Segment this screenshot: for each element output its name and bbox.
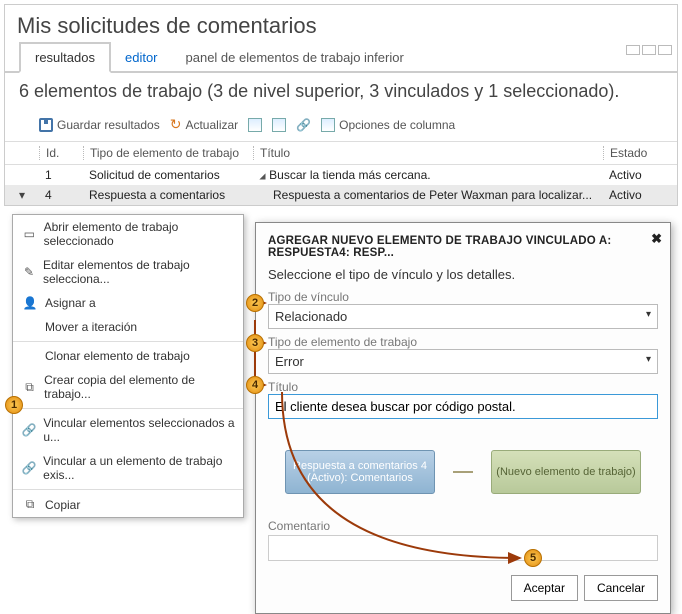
- separator: [13, 408, 243, 409]
- wit-type-dropdown[interactable]: Error: [268, 349, 658, 374]
- grid-header: Id. Tipo de elemento de trabajo Título E…: [5, 141, 677, 165]
- rel-line: [453, 471, 473, 473]
- menu-clone[interactable]: Clonar elemento de trabajo: [13, 344, 243, 368]
- tab-results[interactable]: resultados: [19, 42, 111, 73]
- menu-edit[interactable]: ✎Editar elementos de trabajo selecciona.…: [13, 253, 243, 291]
- separator: [13, 489, 243, 490]
- callout-1: 1: [5, 396, 23, 414]
- title-input[interactable]: [268, 394, 658, 419]
- col-id[interactable]: Id.: [39, 146, 83, 160]
- menu-move[interactable]: Mover a iteración: [13, 315, 243, 339]
- edit-icon: ✎: [21, 265, 37, 279]
- close-icon[interactable]: ✖: [651, 231, 662, 247]
- open-excel-icon[interactable]: [248, 118, 262, 132]
- results-summary: 6 elementos de trabajo (3 de nivel super…: [5, 73, 677, 112]
- link-icon: 🔗: [21, 423, 37, 437]
- open-project-icon[interactable]: [272, 118, 286, 132]
- link-existing-icon: 🔗: [21, 461, 37, 475]
- copy-new-icon: ⧉: [21, 380, 38, 395]
- rel-target: (Nuevo elemento de trabajo): [491, 450, 641, 494]
- cell-id: 1: [39, 168, 83, 182]
- tab-workitem-panel[interactable]: panel de elementos de trabajo inferior: [172, 44, 418, 71]
- column-options-button[interactable]: Opciones de columna: [321, 118, 455, 132]
- dialog-buttons: Aceptar Cancelar: [268, 575, 658, 601]
- cell-type: Solicitud de comentarios: [83, 168, 253, 182]
- copy-icon: ⧉: [21, 497, 39, 512]
- cell-state: Activo: [603, 188, 663, 202]
- cell-title: Respuesta a comentarios de Peter Waxman …: [253, 188, 603, 202]
- cell-state: Activo: [603, 168, 663, 182]
- cancel-button[interactable]: Cancelar: [584, 575, 658, 601]
- wit-type-label: Tipo de elemento de trabajo: [268, 335, 658, 349]
- col-state[interactable]: Estado: [603, 146, 663, 160]
- open-icon: ▭: [21, 227, 38, 241]
- link-type-label: Tipo de vínculo: [268, 290, 658, 304]
- callout-2: 2: [246, 294, 264, 312]
- layout-controls[interactable]: [626, 45, 672, 55]
- refresh-label: Actualizar: [185, 118, 238, 132]
- workitems-panel: Mis solicitudes de comentarios resultado…: [4, 4, 678, 206]
- menu-link-selected[interactable]: 🔗Vincular elementos seleccionados a u...: [13, 411, 243, 449]
- menu-link-existing[interactable]: 🔗Vincular a un elemento de trabajo exis.…: [13, 449, 243, 487]
- comment-input[interactable]: [268, 535, 658, 561]
- callout-4: 4: [246, 376, 264, 394]
- menu-open[interactable]: ▭Abrir elemento de trabajo seleccionado: [13, 215, 243, 253]
- assign-icon: 👤: [21, 296, 39, 310]
- add-linked-workitem-dialog: ✖ AGREGAR NUEVO ELEMENTO DE TRABAJO VINC…: [255, 222, 671, 614]
- title-label: Título: [268, 380, 658, 394]
- save-icon: [39, 118, 53, 132]
- col-title[interactable]: Título: [253, 146, 603, 160]
- columns-icon: [321, 118, 335, 132]
- save-results-button[interactable]: Guardar resultados: [39, 118, 160, 132]
- separator: [13, 341, 243, 342]
- results-toolbar: Guardar resultados ↻ Actualizar 🔗 Opcion…: [5, 112, 677, 141]
- relationship-preview: Respuesta a comentarios 4 (Activo): Come…: [268, 431, 658, 513]
- dialog-title: AGREGAR NUEVO ELEMENTO DE TRABAJO VINCUL…: [268, 233, 658, 267]
- refresh-button[interactable]: ↻ Actualizar: [170, 116, 238, 133]
- tab-strip: resultados editor panel de elementos de …: [5, 43, 677, 73]
- refresh-icon: ↻: [170, 116, 182, 133]
- callout-3: 3: [246, 334, 264, 352]
- ok-button[interactable]: Aceptar: [511, 575, 578, 601]
- menu-copy[interactable]: ⧉Copiar: [13, 492, 243, 517]
- col-type[interactable]: Tipo de elemento de trabajo: [83, 146, 253, 160]
- link-icon[interactable]: 🔗: [296, 118, 311, 132]
- cell-id: 4: [39, 188, 83, 202]
- cell-type: Respuesta a comentarios: [83, 188, 253, 202]
- table-row[interactable]: 1 Solicitud de comentarios Buscar la tie…: [5, 165, 677, 185]
- menu-copy-new[interactable]: ⧉Crear copia del elemento de trabajo...: [13, 368, 243, 406]
- dialog-subtitle: Seleccione el tipo de vínculo y los deta…: [268, 267, 658, 282]
- save-label: Guardar resultados: [57, 118, 160, 132]
- cell-title: Buscar la tienda más cercana.: [253, 168, 603, 182]
- link-type-dropdown[interactable]: Relacionado: [268, 304, 658, 329]
- context-menu: ▭Abrir elemento de trabajo seleccionado …: [12, 214, 244, 518]
- callout-5: 5: [524, 549, 542, 567]
- page-title: Mis solicitudes de comentarios: [5, 5, 677, 43]
- table-row[interactable]: 4 Respuesta a comentarios Respuesta a co…: [5, 185, 677, 205]
- comment-label: Comentario: [268, 519, 658, 533]
- rel-source: Respuesta a comentarios 4 (Activo): Come…: [285, 450, 435, 494]
- tab-editor[interactable]: editor: [111, 44, 172, 71]
- columns-label: Opciones de columna: [339, 118, 455, 132]
- menu-assign[interactable]: 👤Asignar a: [13, 291, 243, 315]
